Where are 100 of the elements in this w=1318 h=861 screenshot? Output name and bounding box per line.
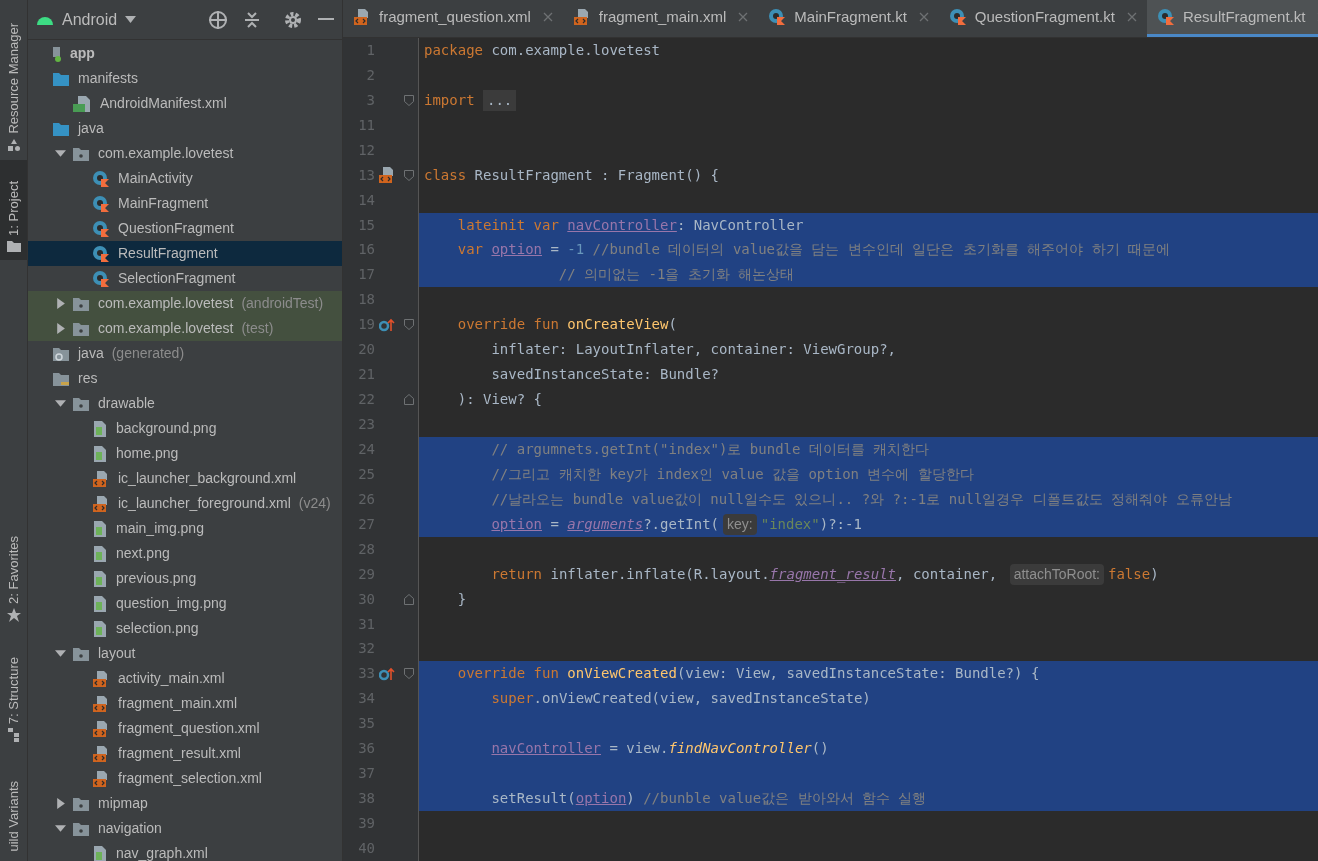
kotlin-file-icon — [92, 244, 110, 263]
tree-item[interactable]: ResultFragment — [28, 241, 342, 266]
tree-item[interactable]: nav_graph.xml — [28, 841, 342, 861]
tree-item[interactable]: SelectionFragment — [28, 266, 342, 291]
tree-item[interactable]: fragment_question.xml — [28, 716, 342, 741]
package-folder-icon — [72, 145, 90, 162]
file-icon — [92, 419, 108, 438]
tree-item[interactable]: background.png — [28, 416, 342, 441]
shapes-icon — [6, 138, 21, 152]
close-icon[interactable] — [542, 12, 553, 22]
item-suffix: (test) — [241, 319, 274, 338]
layout-file-icon — [92, 744, 110, 763]
tree-item[interactable]: QuestionFragment — [28, 216, 342, 241]
fold-marker-icon[interactable] — [403, 319, 414, 331]
settings-icon[interactable] — [284, 10, 302, 29]
override-marker-icon[interactable] — [379, 317, 395, 332]
tree-item[interactable]: layout — [28, 641, 342, 666]
tree-item[interactable]: activity_main.xml — [28, 666, 342, 691]
tree-item[interactable]: ic_launcher_foreground.xml (v24) — [28, 491, 342, 516]
fold-end-marker-icon[interactable] — [403, 593, 414, 605]
folder-icon — [52, 120, 70, 137]
view-dropdown[interactable]: Android — [62, 7, 137, 32]
item-suffix: (v24) — [298, 494, 331, 513]
file-icon — [92, 619, 108, 638]
expanded-arrow-icon[interactable] — [54, 823, 66, 834]
tree-item[interactable]: com.example.lovetest (test) — [28, 316, 342, 341]
tree-item[interactable]: mipmap — [28, 791, 342, 816]
layout-file-icon — [378, 166, 396, 185]
file-icon — [92, 444, 108, 463]
tree-item[interactable]: app — [28, 41, 342, 66]
fold-marker-icon[interactable] — [403, 94, 414, 106]
code-line: override fun onCreateView( — [456, 315, 678, 335]
locate-icon[interactable] — [208, 9, 228, 30]
tree-item[interactable]: fragment_main.xml — [28, 691, 342, 716]
tool-window-tab[interactable]: 7: Structure — [0, 630, 27, 750]
editor-tab[interactable]: MainFragment.kt — [758, 0, 939, 37]
file-icon — [92, 519, 108, 538]
tree-item[interactable]: com.example.lovetest — [28, 141, 342, 166]
close-icon[interactable] — [738, 12, 749, 22]
layout-file-icon — [92, 719, 110, 738]
file-icon — [92, 569, 108, 588]
package-folder-icon — [72, 320, 90, 337]
editor-tab[interactable]: ResultFragment.kt — [1146, 0, 1318, 37]
module-icon — [52, 44, 62, 63]
layout-file-icon — [353, 8, 371, 26]
tree-item[interactable]: next.png — [28, 541, 342, 566]
expanded-arrow-icon[interactable] — [54, 648, 66, 659]
tree-item[interactable]: com.example.lovetest (androidTest) — [28, 291, 342, 316]
code-line: ): View? { — [456, 390, 543, 410]
tool-window-tab[interactable]: 1: Project — [0, 160, 27, 260]
expanded-arrow-icon[interactable] — [54, 398, 66, 409]
tree-item[interactable]: question_img.png — [28, 591, 342, 616]
tree-item[interactable]: main_img.png — [28, 516, 342, 541]
tree-item[interactable]: AndroidManifest.xml — [28, 91, 342, 116]
tree-item[interactable]: ic_launcher_background.xml — [28, 466, 342, 491]
kotlin-file-icon — [1156, 8, 1175, 26]
layout-file-icon — [92, 769, 110, 788]
file-icon — [92, 844, 108, 861]
collapse-all-icon[interactable] — [244, 9, 260, 30]
collapsed-arrow-icon[interactable] — [54, 323, 66, 334]
fold-marker-icon[interactable] — [403, 668, 414, 680]
tree-item[interactable]: res — [28, 366, 342, 391]
code-line: } — [456, 589, 468, 609]
tree-item[interactable]: selection.png — [28, 616, 342, 641]
structure-icon — [7, 728, 20, 742]
expanded-arrow-icon[interactable] — [54, 148, 66, 159]
code-line: import ... — [419, 87, 1318, 113]
tree-item[interactable]: navigation — [28, 816, 342, 841]
tree-item[interactable]: java — [28, 116, 342, 141]
fold-end-marker-icon[interactable] — [403, 394, 414, 406]
tree-item[interactable]: fragment_result.xml — [28, 741, 342, 766]
star-icon — [6, 608, 21, 622]
tree-item[interactable]: previous.png — [28, 566, 342, 591]
file-icon — [92, 594, 108, 613]
fold-marker-icon[interactable] — [403, 169, 414, 181]
editor-tab[interactable]: fragment_main.xml — [562, 0, 759, 37]
tool-window-tab[interactable]: 2: Favorites — [0, 520, 27, 630]
collapsed-arrow-icon[interactable] — [54, 798, 66, 809]
collapsed-arrow-icon[interactable] — [54, 298, 66, 309]
tool-window-tab[interactable]: uild Variants — [0, 750, 27, 860]
tree-item[interactable]: MainActivity — [28, 166, 342, 191]
caret-icon — [125, 16, 137, 23]
tree-item[interactable]: drawable — [28, 391, 342, 416]
editor-tab[interactable]: fragment_question.xml — [343, 0, 563, 37]
tree-item[interactable]: java (generated) — [28, 341, 342, 366]
editor-tab[interactable]: QuestionFragment.kt — [938, 0, 1147, 37]
kotlin-file-icon — [92, 269, 110, 288]
close-icon[interactable] — [918, 12, 929, 22]
code-line: inflater: LayoutInflater, container: ViewGroup?, — [490, 340, 897, 360]
tool-window-tab[interactable]: Resource Manager — [0, 10, 27, 160]
kotlin-file-icon — [948, 8, 967, 26]
file-icon — [92, 544, 108, 563]
tree-item[interactable]: MainFragment — [28, 191, 342, 216]
tree-item[interactable]: manifests — [28, 66, 342, 91]
tree-item[interactable]: home.png — [28, 441, 342, 466]
override-marker-icon[interactable] — [379, 666, 395, 681]
folder-icon — [52, 70, 70, 87]
close-icon[interactable] — [1126, 12, 1137, 22]
package-folder-icon — [72, 820, 90, 837]
tree-item[interactable]: fragment_selection.xml — [28, 766, 342, 791]
